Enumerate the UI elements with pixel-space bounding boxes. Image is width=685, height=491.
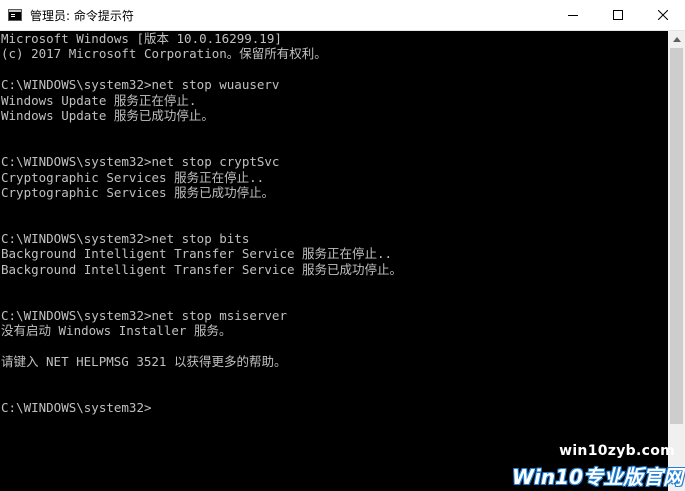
- console-line: Windows Update 服务已成功停止。: [1, 107, 214, 123]
- command-prompt-line[interactable]: C:\WINDOWS\system32>: [0, 400, 668, 415]
- close-button[interactable]: [640, 0, 685, 30]
- console-app-icon[interactable]: [8, 9, 22, 21]
- console-line: Cryptographic Services 服务已成功停止。: [1, 184, 275, 200]
- watermark-brand: Win10专业版官网: [512, 465, 683, 489]
- console-line: C:\WINDOWS\system32>net stop cryptSvc: [1, 154, 280, 170]
- maximize-button[interactable]: [595, 0, 640, 30]
- watermark-url: win10zyb.com: [559, 443, 675, 459]
- console-line: C:\WINDOWS\system32>net stop msiserver: [1, 308, 287, 324]
- close-icon: [657, 10, 668, 20]
- scroll-thumb[interactable]: [670, 48, 683, 424]
- console-line: Microsoft Windows [版本 10.0.16299.19]: [1, 31, 282, 46]
- title-bar[interactable]: 管理员: 命令提示符: [0, 0, 685, 31]
- command-prompt-window: 管理员: 命令提示符 Microsoft Windows [版本 10.0.16…: [0, 0, 685, 491]
- console-line: Background Intelligent Transfer Service …: [1, 261, 403, 277]
- console-line: Background Intelligent Transfer Service …: [1, 246, 393, 262]
- minimize-button[interactable]: [550, 0, 595, 30]
- console-line: C:\WINDOWS\system32>net stop wuauserv: [1, 77, 280, 93]
- vertical-scrollbar[interactable]: [668, 31, 685, 491]
- scroll-up-button[interactable]: [668, 31, 685, 48]
- maximize-icon: [612, 10, 623, 20]
- console-line: 没有启动 Windows Installer 服务。: [1, 323, 232, 339]
- console-line: Windows Update 服务正在停止.: [1, 92, 197, 108]
- site-watermark: win10zyb.com Win10专业版官网: [508, 441, 683, 491]
- console-line: (c) 2017 Microsoft Corporation。保留所有权利。: [1, 46, 327, 62]
- console-line: C:\WINDOWS\system32>net stop bits: [1, 231, 250, 247]
- scroll-up-arrow-icon: [672, 37, 681, 42]
- console-output[interactable]: Microsoft Windows [版本 10.0.16299.19] (c)…: [0, 31, 668, 491]
- console-line: Cryptographic Services 服务正在停止..: [1, 169, 265, 185]
- console-line: 请键入 NET HELPMSG 3521 以获得更多的帮助。: [1, 354, 287, 370]
- minimize-icon: [567, 15, 578, 16]
- window-title: 管理员: 命令提示符: [30, 9, 134, 23]
